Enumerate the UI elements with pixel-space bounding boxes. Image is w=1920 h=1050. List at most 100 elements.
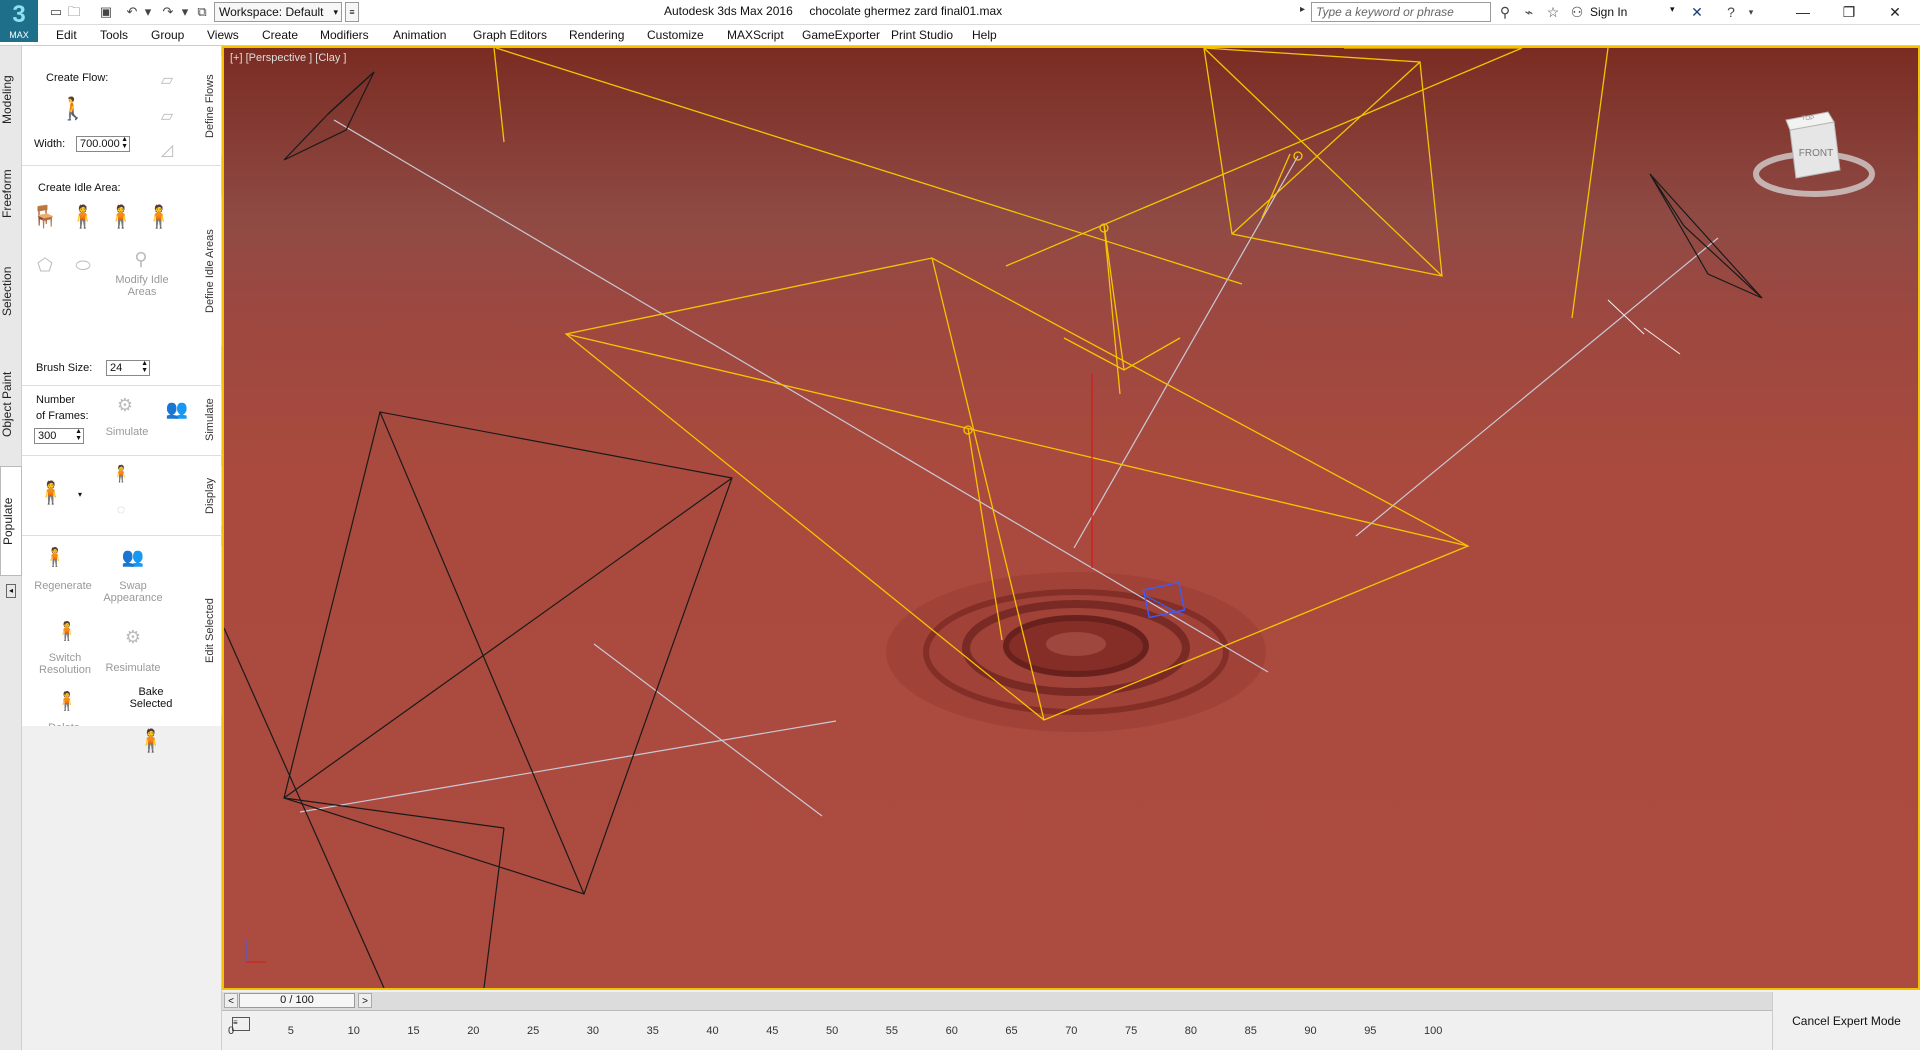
viewport-label-menu[interactable]: [+] [Perspective ] [Clay ] [230,52,346,64]
world-axis-tripod [245,940,266,963]
favorites-star-icon[interactable]: ☆ [1544,3,1562,21]
frame-tick-label: 85 [1244,1025,1257,1037]
create-flow-label: Create Flow: [46,72,109,84]
chevron-down-icon[interactable]: ▾ [1670,4,1675,15]
curve-editor-toggle-icon[interactable]: ≡ [232,1017,250,1031]
tab-freeform[interactable]: Freeform [0,154,22,234]
undo-dropdown-icon[interactable]: ▾ [140,4,156,20]
track-bar[interactable]: ≡ 0 5 10 15 20 25 30 35 40 45 50 55 60 65 70 75 80 85 90 95… [222,1010,1772,1050]
menu-gameexporter[interactable]: GameExporter [802,28,880,42]
frame-tick-label: 70 [1065,1025,1078,1037]
spinner-arrows-icon[interactable]: ▲ ▼ [75,428,82,442]
minimize-button[interactable]: — [1780,0,1826,24]
frame-tick-label: 40 [706,1025,719,1037]
frames-label-line1: Number [36,394,76,406]
cancel-expert-mode-button[interactable]: Cancel Expert Mode [1772,992,1920,1050]
width-spinner[interactable]: 700.000 ▲ ▼ [76,136,130,152]
resimulate-icon: ⚙ [124,627,142,647]
menu-modifiers[interactable]: Modifiers [320,28,369,42]
character-display-icon[interactable]: 🧍 [36,478,66,508]
spinner-arrows-icon[interactable]: ▲ ▼ [121,136,128,150]
menu-customize[interactable]: Customize [647,28,704,42]
menu-maxscript[interactable]: MAXScript [727,28,784,42]
window-title: Autodesk 3ds Max 2016 chocolate ghermez … [664,4,1003,18]
show-figure-icon: 🧍 [111,466,131,483]
search-expand-icon[interactable]: ▸ [1300,4,1305,15]
add-idle-shape-icon: ⬠ [37,255,53,275]
binoculars-icon[interactable]: ⚲ [1496,3,1514,21]
new-file-icon[interactable]: ▭ [48,4,64,20]
previous-frame-button[interactable]: < [224,993,238,1008]
project-folder-icon[interactable]: ⧉ [194,4,210,20]
width-label: Width: [34,138,66,150]
viewcube[interactable]: FRONT TOP [1748,108,1878,208]
display-label: Display [204,466,222,526]
menu-help[interactable]: Help [972,28,997,42]
next-frame-button[interactable]: > [358,993,372,1008]
create-flow-icon[interactable]: 🚶 [58,94,88,124]
menu-graph-editors[interactable]: Graph Editors [473,28,547,42]
tab-object-paint[interactable]: Object Paint [0,344,22,464]
frames-spinner[interactable]: 300 ▲ ▼ [34,428,84,444]
menu-group[interactable]: Group [151,28,184,42]
delete-icon: 🧍 [55,691,79,711]
frame-tick-label: 90 [1304,1025,1317,1037]
idle-area-point-icon[interactable]: 🧍 [144,202,174,232]
menu-create[interactable]: Create [262,28,298,42]
viewcube-front-face[interactable]: FRONT [1799,148,1833,159]
chevron-down-icon[interactable]: ▾ [1742,3,1760,21]
menu-bar: Edit Tools Group Views Create Modifiers … [0,25,1920,46]
app-logo-icon: 3 [12,1,26,28]
redo-icon[interactable]: ↷ [160,4,176,20]
perspective-viewport[interactable]: [+] [Perspective ] [Clay ] FRONT TOP [222,46,1920,990]
bake-selected-button-label[interactable]: Bake Selected [120,686,182,710]
exchange-apps-icon[interactable]: ✕ [1688,3,1706,21]
workspace-dropdown[interactable]: Workspace: Default ▾ [214,2,342,22]
menu-animation[interactable]: Animation [393,28,446,42]
tab-modeling[interactable]: Modeling [0,60,22,140]
undo-icon[interactable]: ↶ [124,4,140,20]
tab-populate[interactable]: Populate [0,466,22,576]
restore-button[interactable]: ❐ [1826,0,1872,24]
frame-tick-label: 95 [1364,1025,1377,1037]
tab-selection[interactable]: Selection [0,246,22,336]
redo-dropdown-icon[interactable]: ▾ [177,4,193,20]
frame-tick-label: 55 [885,1025,899,1037]
spinner-arrows-icon[interactable]: ▲ ▼ [141,360,148,374]
help-icon[interactable]: ? [1722,3,1740,21]
menu-edit[interactable]: Edit [56,28,77,42]
brush-size-spinner[interactable]: 24 ▲ ▼ [106,360,150,376]
menu-views[interactable]: Views [207,28,239,42]
collapse-ribbon-icon[interactable]: ◂ [6,584,16,598]
idle-area-circle-icon[interactable]: 🧍 [68,202,98,232]
frame-tick-label: 60 [945,1025,958,1037]
frame-tick-label: 45 [766,1025,779,1037]
application-menu-button[interactable]: 3 MAX [0,0,38,42]
scene-canvas[interactable] [224,48,1918,988]
save-icon[interactable]: ▣ [98,4,114,20]
display-section: Display 🧍 ▾ 🧍 ◌ [22,456,222,536]
search-input[interactable]: Type a keyword or phrase [1311,2,1491,22]
viewcube-top-face[interactable]: TOP [1802,116,1814,122]
ribbon-vertical-tabs: Modeling Freeform Selection Object Paint… [0,46,22,1050]
menu-print-studio[interactable]: Print Studio [891,28,953,42]
idle-area-seated-icon[interactable]: 🪑 [30,202,60,232]
menu-tools[interactable]: Tools [100,28,128,42]
menu-rendering[interactable]: Rendering [569,28,624,42]
time-slider-thumb[interactable]: 0 / 100 [239,993,355,1008]
bake-selected-icon[interactable]: 🧍 [136,726,166,756]
chevron-down-icon[interactable]: ▾ [78,490,82,499]
open-folder-icon[interactable]: 🗀 [66,4,82,20]
idle-area-freeform-icon[interactable]: 🧍 [106,202,136,232]
unselected-cameras[interactable] [224,71,1763,988]
workspace-options-button[interactable]: ≡ [345,2,359,22]
edit-selected-label: Edit Selected [204,546,222,716]
time-slider[interactable]: < 0 / 100 > [222,992,1772,1010]
modify-idle-areas-label: Modify Idle Areas [115,274,169,298]
communication-center-icon[interactable]: ⌁ [1520,3,1538,21]
define-idle-label: Define Idle Areas [204,196,222,346]
regenerate-icon: 🧍 [43,547,67,567]
sign-in-link[interactable]: Sign In [1590,5,1627,19]
close-button[interactable]: ✕ [1872,0,1918,24]
frame-tick-label: 30 [586,1025,600,1037]
